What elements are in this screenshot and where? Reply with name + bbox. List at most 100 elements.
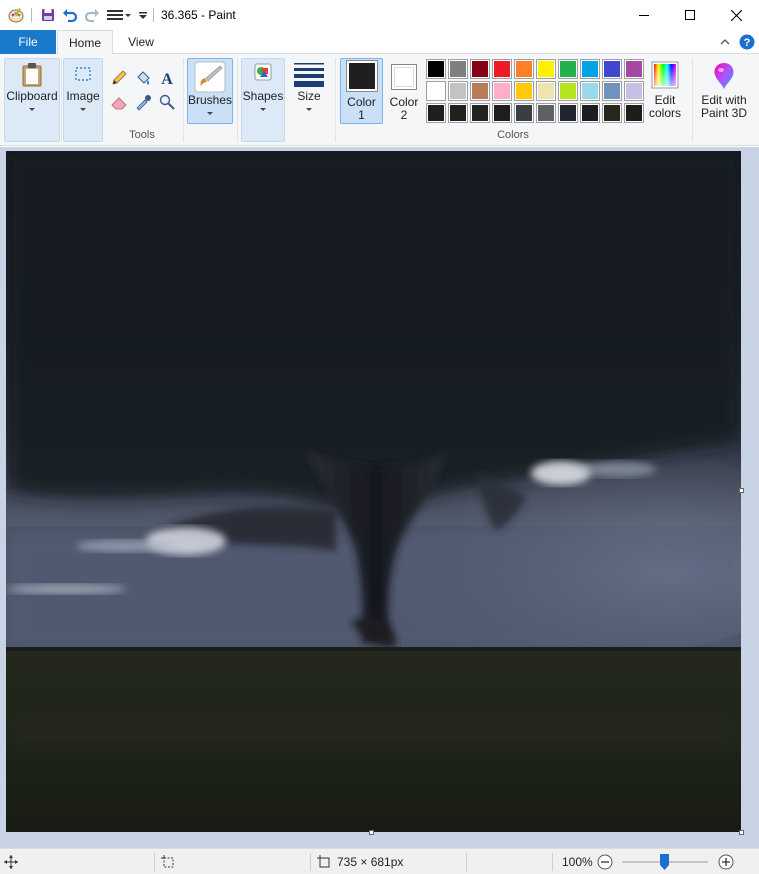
- shapes-button[interactable]: Shapes: [241, 60, 285, 111]
- palette-swatch[interactable]: [602, 103, 622, 123]
- ribbon-home: Clipboard Image A Tools Brushes Shapes S…: [0, 54, 759, 146]
- palette-swatch[interactable]: [514, 81, 534, 101]
- zoom-out-icon: [597, 854, 613, 869]
- palette-swatch[interactable]: [492, 59, 512, 79]
- palette-swatch[interactable]: [580, 59, 600, 79]
- close-icon: [730, 9, 742, 21]
- palette-swatch[interactable]: [492, 81, 512, 101]
- palette-swatch[interactable]: [426, 59, 446, 79]
- palette-swatch[interactable]: [514, 59, 534, 79]
- text-icon[interactable]: A: [157, 68, 177, 88]
- brushes-label: Brushes: [187, 93, 233, 107]
- quick-access-dropdown-icon[interactable]: [136, 0, 150, 30]
- clipboard-icon: [22, 63, 42, 87]
- palette-swatch[interactable]: [580, 103, 600, 123]
- customize-quick-access-icon[interactable]: [104, 0, 134, 30]
- undo-icon[interactable]: [60, 0, 80, 30]
- color2-swatch: [391, 64, 417, 90]
- colors-group-label: Colors: [497, 129, 529, 141]
- edit-colors-button[interactable]: Edit colors: [645, 60, 685, 120]
- tab-home[interactable]: Home: [57, 30, 113, 55]
- status-bar: 735 × 681px 100%: [0, 848, 759, 874]
- brushes-button[interactable]: Brushes: [187, 60, 233, 115]
- shapes-icon: [254, 63, 272, 81]
- collapse-ribbon-icon[interactable]: [716, 30, 734, 54]
- palette-swatch[interactable]: [448, 103, 468, 123]
- palette-swatch[interactable]: [426, 103, 446, 123]
- palette-swatch[interactable]: [514, 103, 534, 123]
- palette-swatch[interactable]: [448, 59, 468, 79]
- palette-swatch[interactable]: [448, 81, 468, 101]
- eraser-icon[interactable]: [109, 92, 129, 112]
- clipboard-button[interactable]: Clipboard: [4, 60, 60, 111]
- canvas-size-icon: [317, 854, 330, 867]
- palette-swatch[interactable]: [580, 81, 600, 101]
- size-button[interactable]: Size: [288, 60, 330, 111]
- color2-button[interactable]: Color 2: [385, 60, 423, 122]
- palette-swatch[interactable]: [536, 103, 556, 123]
- title-bar: 36.365 - Paint: [0, 0, 759, 30]
- chevron-down-icon: [207, 112, 213, 115]
- resize-handle-corner[interactable]: [739, 830, 744, 835]
- maximize-button[interactable]: [667, 0, 713, 30]
- magnifier-icon[interactable]: [157, 92, 177, 112]
- close-button[interactable]: [713, 0, 759, 30]
- color1-button[interactable]: Color 1: [340, 60, 383, 122]
- shapes-label: Shapes: [242, 89, 284, 103]
- tab-view[interactable]: View: [118, 30, 164, 54]
- palette-swatch[interactable]: [426, 81, 446, 101]
- zoom-in-button[interactable]: [718, 849, 734, 874]
- svg-text:?: ?: [744, 37, 751, 49]
- palette-swatch[interactable]: [492, 103, 512, 123]
- resize-handle-bottom[interactable]: [369, 830, 374, 835]
- save-icon[interactable]: [38, 0, 58, 30]
- chevron-down-icon: [29, 108, 35, 111]
- selection-size-icon: [161, 849, 175, 874]
- svg-text:A: A: [161, 71, 173, 87]
- drawing-canvas[interactable]: [6, 151, 741, 832]
- palette-swatch[interactable]: [558, 59, 578, 79]
- zoom-slider-thumb[interactable]: [659, 853, 669, 870]
- line-size-icon: [294, 63, 324, 87]
- select-icon: [75, 67, 91, 81]
- palette-swatch[interactable]: [470, 59, 490, 79]
- size-label: Size: [297, 89, 321, 103]
- palette-swatch[interactable]: [624, 81, 644, 101]
- color1-swatch: [345, 60, 378, 92]
- window-title: 36.365 - Paint: [161, 8, 236, 22]
- palette-swatch[interactable]: [470, 103, 490, 123]
- tools-group-label: Tools: [129, 129, 155, 141]
- palette-swatch[interactable]: [558, 81, 578, 101]
- ribbon-tabs: File Home View ?: [0, 30, 759, 55]
- palette-swatch[interactable]: [558, 103, 578, 123]
- tornado-painting-image: [6, 151, 741, 832]
- color2-label-line2: 2: [400, 108, 408, 122]
- edit-with-paint3d-button[interactable]: Edit with Paint 3D: [695, 60, 753, 120]
- edit-colors-line2: colors: [648, 106, 681, 120]
- palette-swatch[interactable]: [624, 103, 644, 123]
- fill-bucket-icon[interactable]: [133, 68, 153, 88]
- brush-icon: [194, 61, 226, 93]
- palette-swatch[interactable]: [536, 59, 556, 79]
- zoom-out-button[interactable]: [597, 849, 613, 874]
- palette-swatch[interactable]: [602, 81, 622, 101]
- zoom-in-icon: [718, 854, 734, 869]
- redo-icon[interactable]: [82, 0, 102, 30]
- image-label: Image: [66, 89, 100, 103]
- minimize-button[interactable]: [621, 0, 667, 30]
- pencil-icon[interactable]: [109, 68, 129, 88]
- palette-swatch[interactable]: [624, 59, 644, 79]
- palette-swatch[interactable]: [470, 81, 490, 101]
- tab-file[interactable]: File: [0, 30, 56, 54]
- palette-swatch[interactable]: [602, 59, 622, 79]
- color-picker-icon[interactable]: [133, 92, 153, 112]
- color-spectrum-icon: [651, 61, 679, 89]
- zoom-slider[interactable]: [622, 849, 708, 874]
- palette-swatch[interactable]: [536, 81, 556, 101]
- paint-app-icon[interactable]: [4, 0, 28, 30]
- resize-handle-right[interactable]: [739, 488, 744, 493]
- image-button[interactable]: Image: [63, 60, 103, 111]
- help-icon[interactable]: ?: [737, 30, 757, 54]
- paint3d-icon: [714, 63, 734, 89]
- maximize-icon: [685, 10, 695, 20]
